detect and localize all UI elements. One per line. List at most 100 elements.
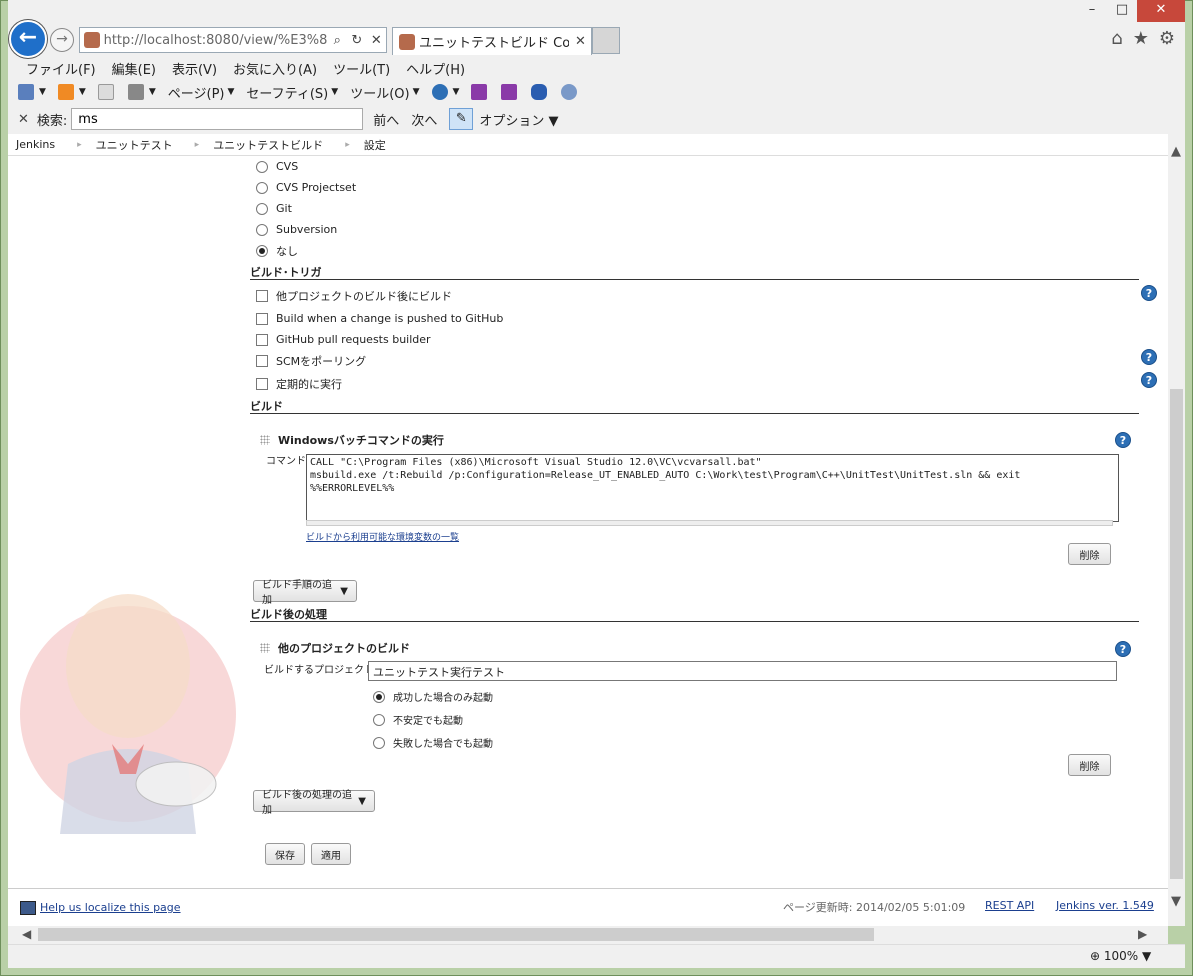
trigger-checkbox[interactable] (256, 333, 268, 346)
scm-option-subversion[interactable]: Subversion (256, 223, 337, 236)
page-menu[interactable]: ページ(P) ▼ (168, 83, 235, 102)
safety-menu[interactable]: セーフティ(S) ▼ (246, 83, 338, 102)
save-button[interactable]: 保存 (265, 843, 305, 865)
breadcrumb-config[interactable]: 設定 (364, 137, 386, 153)
scroll-down-icon[interactable]: ▼ (1171, 894, 1181, 909)
trigger-poll-scm[interactable]: SCMをポーリング (256, 353, 366, 369)
back-button[interactable]: ← (9, 20, 47, 58)
menu-help[interactable]: ヘルプ(H) (398, 57, 473, 79)
scroll-right-icon[interactable]: ▶ (1138, 927, 1147, 941)
env-vars-link[interactable]: ビルドから利用可能な環境変数の一覧 (306, 530, 459, 543)
highlight-pen-icon[interactable]: ✎ (449, 108, 474, 130)
scm-radio-cvs[interactable] (256, 160, 268, 173)
gear-icon[interactable]: ⚙ (1159, 28, 1175, 49)
home-dropdown[interactable]: ▼ (18, 84, 46, 100)
find-next-button[interactable]: 次へ (411, 110, 437, 129)
refresh-icon[interactable]: ↻ (347, 33, 366, 48)
close-button[interactable]: ✕ (1137, 0, 1185, 22)
trigger-checkbox[interactable] (256, 378, 268, 390)
apply-button[interactable]: 適用 (311, 843, 351, 865)
maximize-button[interactable]: □ (1107, 0, 1137, 22)
favorites-star-icon[interactable]: ★ (1133, 28, 1149, 49)
env-vars-link-text[interactable]: ビルドから利用可能な環境変数の一覧 (306, 530, 459, 543)
bluetooth-button[interactable] (531, 84, 549, 100)
scm-radio-none[interactable] (256, 245, 268, 257)
feeds-dropdown[interactable]: ▼ (57, 84, 86, 100)
scm-option-none[interactable]: なし (256, 243, 298, 259)
new-tab-button[interactable] (592, 27, 620, 54)
drag-handle-icon[interactable] (260, 435, 270, 445)
condition-success[interactable]: 成功した場合のみ起動 (373, 689, 493, 704)
tools-menu[interactable]: ツール(O) ▼ (350, 83, 419, 102)
trigger-github-push[interactable]: Build when a change is pushed to GitHub (256, 312, 503, 325)
condition-radio-failure[interactable] (373, 736, 385, 749)
menu-file[interactable]: ファイル(F) (18, 57, 104, 79)
find-input[interactable] (71, 108, 364, 130)
trigger-checkbox[interactable] (256, 355, 268, 367)
help-icon[interactable]: ? (1141, 349, 1157, 365)
menu-favorites[interactable]: お気に入り(A) (225, 57, 325, 79)
settings-button[interactable] (561, 84, 579, 100)
delete-build-step-button[interactable]: 削除 (1068, 543, 1111, 565)
drag-handle-icon[interactable] (260, 643, 270, 653)
mail-button[interactable] (97, 84, 116, 100)
trigger-checkbox[interactable] (256, 290, 268, 302)
condition-radio-unstable[interactable] (373, 713, 385, 726)
find-prev-button[interactable]: 前へ (373, 110, 399, 129)
add-post-build-action-button[interactable]: ビルド後の処理の追加 ▼ (253, 790, 375, 816)
help-dropdown[interactable]: ▼ (431, 84, 459, 100)
find-close-icon[interactable]: ✕ (18, 112, 29, 127)
rest-api-link[interactable]: REST API (985, 899, 1034, 912)
breadcrumb-view[interactable]: ユニットテスト (96, 137, 173, 153)
scm-radio-git[interactable] (256, 202, 268, 215)
scm-option-cvs[interactable]: CVS (256, 160, 298, 173)
breadcrumb-job[interactable]: ユニットテストビルド (213, 137, 323, 153)
localize-link[interactable]: Help us localize this page (40, 901, 181, 914)
menu-edit[interactable]: 編集(E) (104, 57, 164, 79)
scm-radio-subversion[interactable] (256, 223, 268, 236)
forward-button[interactable]: → (50, 28, 74, 52)
breadcrumb-jenkins[interactable]: Jenkins (16, 138, 55, 151)
menu-view[interactable]: 表示(V) (164, 57, 225, 79)
help-icon[interactable]: ? (1141, 372, 1157, 388)
scm-option-cvs-projectset[interactable]: CVS Projectset (256, 181, 356, 194)
scrollbar-thumb[interactable] (38, 928, 874, 941)
home-icon[interactable]: ⌂ (1111, 28, 1122, 49)
condition-unstable[interactable]: 不安定でも起動 (373, 712, 463, 727)
trigger-checkbox[interactable] (256, 312, 268, 325)
help-icon[interactable]: ? (1115, 432, 1131, 448)
tab-active[interactable]: ユニットテストビルド Config [J... ✕ (392, 27, 592, 55)
scroll-up-icon[interactable]: ▲ (1171, 144, 1181, 159)
condition-failure[interactable]: 失敗した場合でも起動 (373, 735, 493, 750)
tab-close-icon[interactable]: ✕ (575, 34, 586, 49)
scm-radio-cvs-projectset[interactable] (256, 181, 268, 194)
scroll-left-icon[interactable]: ◀ (22, 927, 31, 941)
jenkins-version-link[interactable]: Jenkins ver. 1.549 (1056, 899, 1154, 912)
textarea-resize-handle[interactable] (306, 520, 1113, 526)
minimize-button[interactable]: – (1077, 0, 1107, 22)
zoom-level[interactable]: ⊕ 100% ▼ (1090, 949, 1151, 963)
scrollbar-thumb[interactable] (1170, 389, 1183, 879)
trigger-periodic[interactable]: 定期的に実行 (256, 376, 342, 392)
close-icon[interactable]: ✕ (367, 33, 386, 48)
find-options-button[interactable]: オプション ▼ (479, 110, 558, 129)
trigger-github-pr[interactable]: GitHub pull requests builder (256, 333, 431, 346)
onenote-button[interactable] (471, 84, 489, 100)
address-url[interactable]: http://localhost:8080/view/%E3%83% (104, 33, 328, 48)
search-icon[interactable]: ⌕ (328, 33, 347, 48)
add-build-step-button[interactable]: ビルド手順の追加 ▼ (253, 580, 357, 606)
vertical-scrollbar[interactable]: ▲ ▼ (1168, 134, 1185, 926)
project-to-build-input[interactable]: ユニットテスト実行テスト (368, 661, 1117, 681)
print-dropdown[interactable]: ▼ (127, 84, 156, 100)
condition-radio-success[interactable] (373, 690, 385, 703)
onenote-linked-button[interactable] (501, 84, 519, 100)
scm-option-git[interactable]: Git (256, 202, 292, 215)
menu-tools[interactable]: ツール(T) (325, 57, 398, 79)
help-icon[interactable]: ? (1141, 285, 1157, 301)
address-bar[interactable]: http://localhost:8080/view/%E3%83% ⌕ ↻ ✕ (79, 27, 387, 53)
help-icon[interactable]: ? (1115, 641, 1131, 657)
command-textarea[interactable]: CALL "C:\Program Files (x86)\Microsoft V… (306, 454, 1119, 522)
horizontal-scrollbar[interactable]: ◀ ▶ (8, 926, 1168, 944)
delete-post-build-button[interactable]: 削除 (1068, 754, 1111, 776)
trigger-after-other-projects[interactable]: 他プロジェクトのビルド後にビルド (256, 288, 452, 304)
